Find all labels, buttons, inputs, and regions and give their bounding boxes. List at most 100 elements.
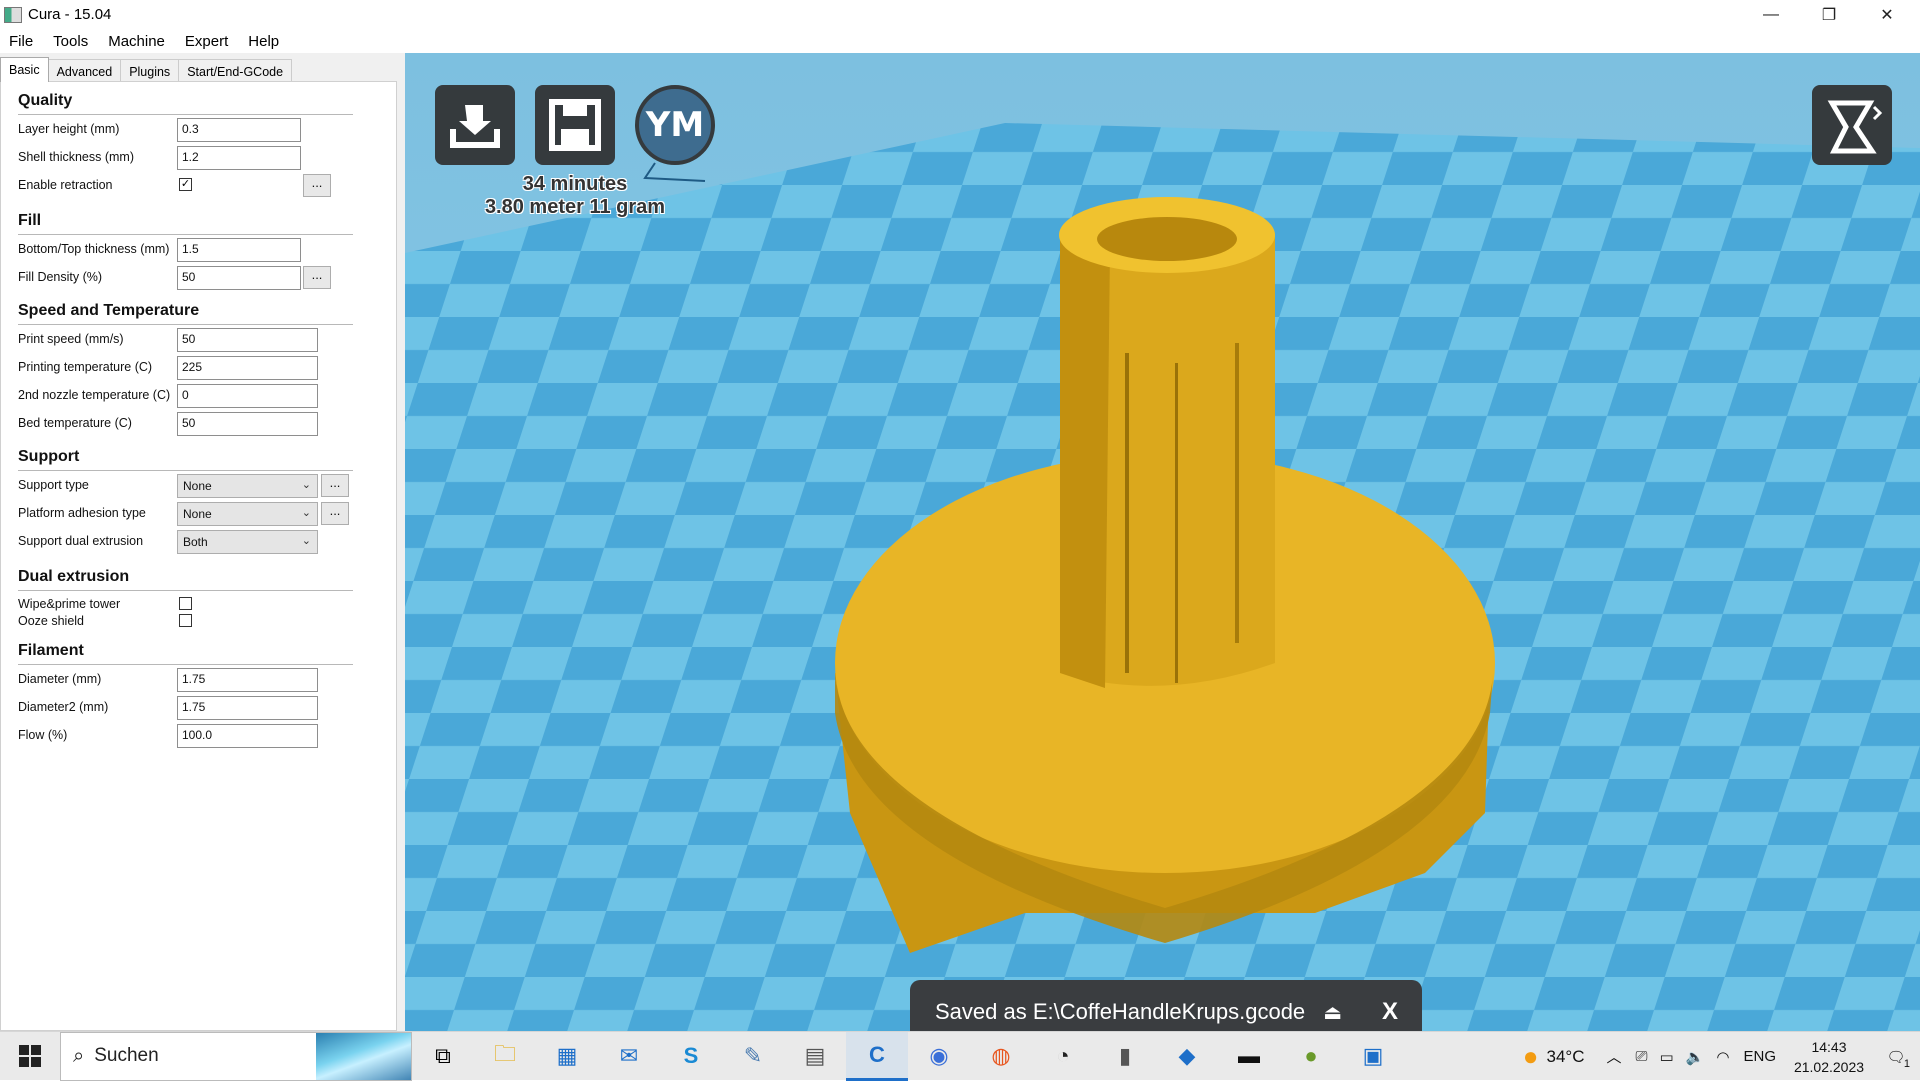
menu-bar: File Tools Machine Expert Help — [0, 29, 1920, 53]
diameter2-input[interactable]: 1.75 — [177, 696, 318, 720]
clock-date: 21.02.2023 — [1793, 1058, 1865, 1075]
clock-time: 14:43 — [1811, 1038, 1847, 1055]
shell-thickness-input[interactable]: 1.2 — [177, 146, 301, 170]
messenger-icon[interactable]: ◉ — [908, 1032, 970, 1081]
ooze-shield-checkbox[interactable] — [179, 614, 192, 627]
model-tube-groove — [1175, 363, 1178, 683]
printing-temperature-input[interactable]: 225 — [177, 356, 318, 380]
support-type-more-button[interactable]: ... — [321, 474, 349, 497]
layer-height-input[interactable]: 0.3 — [177, 118, 301, 142]
windows-logo-icon — [19, 1045, 41, 1067]
platform-adhesion-select[interactable]: None ⌄ — [177, 502, 318, 526]
fill-density-more-button[interactable]: ... — [303, 266, 331, 289]
load-icon — [450, 105, 500, 148]
menu-tools[interactable]: Tools — [43, 33, 98, 50]
model-tube-hole — [1097, 217, 1237, 261]
tab-basic[interactable]: Basic — [0, 57, 49, 82]
chevron-down-icon: ⌄ — [301, 507, 311, 519]
section-divider — [18, 114, 353, 115]
diameter-input[interactable]: 1.75 — [177, 668, 318, 692]
print-speed-input[interactable]: 50 — [177, 328, 318, 352]
usb-icon[interactable]: ▮ — [1094, 1032, 1156, 1081]
cura-taskbar-icon[interactable]: C — [846, 1031, 908, 1081]
notifications-count: 1 — [1903, 1057, 1910, 1070]
view-mode-button[interactable] — [1812, 85, 1892, 165]
mail-icon[interactable]: ✉ — [598, 1032, 660, 1081]
windows-taskbar: ⌕ Suchen ⧉ 🗀 ▦ ✉ S ✎ ▤ C ◉ ◍ ◔ ▮ ◆ ▬ ● ▣… — [0, 1031, 1920, 1081]
nozzle2-temperature-input[interactable]: 0 — [177, 384, 318, 408]
section-divider — [18, 590, 353, 591]
window-title: Cura - 15.04 — [28, 6, 112, 23]
view-mode-icon — [1827, 100, 1883, 154]
section-dual-extrusion-title: Dual extrusion — [18, 568, 130, 585]
menu-help[interactable]: Help — [238, 33, 289, 50]
print-material-label: 3.80 meter 11 gram — [484, 196, 666, 218]
bottom-top-thickness-label: Bottom/Top thickness (mm) — [18, 242, 170, 256]
firefox-icon[interactable]: ◍ — [970, 1032, 1032, 1081]
save-gcode-button[interactable] — [535, 85, 615, 165]
taskbar-search[interactable]: ⌕ Suchen — [60, 1031, 412, 1081]
3d-viewport[interactable]: YM 34 minutes 3.80 meter 11 gram Saved a… — [405, 53, 1920, 1031]
fill-density-input[interactable]: 50 — [177, 266, 301, 290]
save-notification-text: Saved as E:\CoffeHandleKrups.gcode — [935, 999, 1306, 1024]
wifi-icon[interactable]: ◠ — [1716, 1048, 1729, 1066]
save-notification: Saved as E:\CoffeHandleKrups.gcode ⏏ X — [910, 980, 1422, 1031]
flow-label: Flow (%) — [18, 728, 68, 742]
volume-icon[interactable]: 🔈 — [1686, 1048, 1705, 1066]
printing-temperature-label: Printing temperature (C) — [18, 360, 153, 374]
store-icon[interactable]: ▦ — [536, 1032, 598, 1081]
menu-expert[interactable]: Expert — [175, 33, 238, 50]
support-dual-extrusion-select[interactable]: Both ⌄ — [177, 530, 318, 554]
menu-machine[interactable]: Machine — [98, 33, 175, 50]
youmagine-button[interactable]: YM — [635, 85, 715, 165]
bottom-top-thickness-input[interactable]: 1.5 — [177, 238, 301, 262]
platform-adhesion-label: Platform adhesion type — [18, 506, 146, 520]
support-type-select[interactable]: None ⌄ — [177, 474, 318, 498]
enable-retraction-checkbox[interactable]: ✓ — [179, 178, 192, 191]
model-tube-groove — [1235, 343, 1239, 643]
tab-start-end-gcode[interactable]: Start/End-GCode — [178, 59, 293, 82]
tab-advanced[interactable]: Advanced — [47, 59, 122, 82]
wipe-prime-tower-label: Wipe&prime tower — [18, 597, 121, 611]
model-tube-groove — [1125, 353, 1129, 673]
clock[interactable]: 14:43 21.02.2023 — [1786, 1037, 1872, 1077]
game-icon[interactable]: ● — [1280, 1032, 1342, 1081]
flow-input[interactable]: 100.0 — [177, 724, 318, 748]
photos-icon[interactable]: ▣ — [1342, 1032, 1404, 1081]
battery-icon[interactable]: ▭ — [1660, 1048, 1674, 1066]
save-icon — [549, 99, 601, 151]
notifications-icon[interactable]: 🗨 1 — [1872, 1048, 1920, 1070]
restore-button[interactable]: ❐ — [1800, 0, 1858, 29]
file-explorer-icon[interactable]: 🗀 — [474, 1032, 536, 1081]
tab-plugins[interactable]: Plugins — [120, 59, 180, 82]
wipe-prime-tower-checkbox[interactable] — [179, 597, 192, 610]
terminal-icon[interactable]: ▬ — [1218, 1032, 1280, 1081]
dropbox-icon[interactable]: ◆ — [1156, 1032, 1218, 1081]
chevron-down-icon: ⌄ — [301, 535, 311, 547]
paint-icon[interactable]: ✎ — [722, 1032, 784, 1081]
load-model-button[interactable] — [435, 85, 515, 165]
layer-height-label: Layer height (mm) — [18, 122, 120, 136]
chevron-up-icon[interactable]: ︿ — [1606, 1046, 1621, 1067]
start-button[interactable] — [0, 1032, 60, 1081]
weather-temperature[interactable]: 34°C — [1547, 1047, 1585, 1067]
eject-icon[interactable]: ⏏ — [1323, 1002, 1342, 1024]
section-divider — [18, 234, 353, 235]
speedometer-icon[interactable]: ◔ — [1032, 1032, 1094, 1081]
menu-file[interactable]: File — [0, 33, 43, 50]
minimize-button[interactable]: — — [1742, 0, 1800, 29]
calculator-icon[interactable]: ▤ — [784, 1032, 846, 1081]
platform-adhesion-more-button[interactable]: ... — [321, 502, 349, 525]
task-view-icon[interactable]: ⧉ — [412, 1032, 474, 1081]
language-indicator[interactable]: ENG — [1743, 1048, 1776, 1065]
section-speed-title: Speed and Temperature — [18, 302, 200, 319]
support-type-label: Support type — [18, 478, 89, 492]
close-button[interactable]: ✕ — [1858, 0, 1916, 29]
meet-now-icon[interactable]: ⎚ — [1636, 1048, 1648, 1065]
close-notification-button[interactable]: X — [1382, 998, 1398, 1026]
skype-icon[interactable]: S — [660, 1032, 722, 1081]
section-divider — [18, 470, 353, 471]
retraction-more-button[interactable]: ... — [303, 174, 331, 197]
bed-temperature-input[interactable]: 50 — [177, 412, 318, 436]
support-dual-extrusion-value: Both — [183, 535, 208, 549]
